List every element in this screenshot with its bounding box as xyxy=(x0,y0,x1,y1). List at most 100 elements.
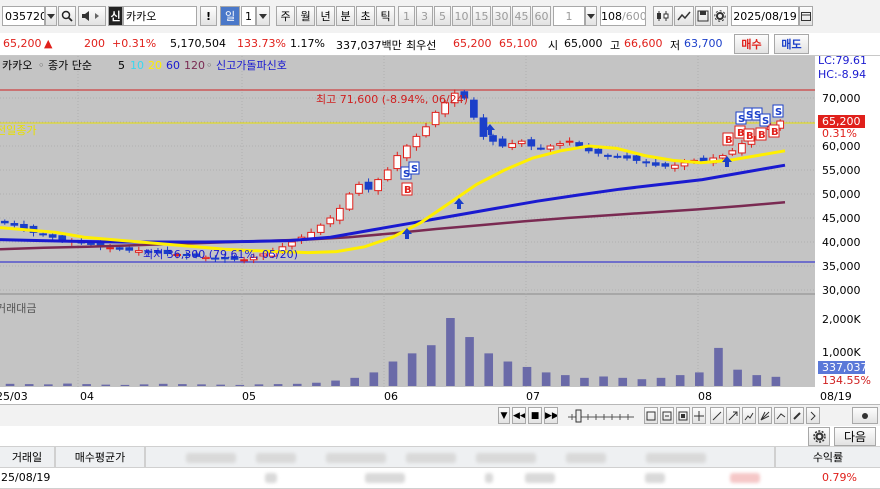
stop-button[interactable]: ■ xyxy=(528,407,542,424)
blurred-header xyxy=(326,453,386,463)
legend-ma60: 60 xyxy=(166,59,180,72)
interval-count-input[interactable]: 1 xyxy=(553,6,585,26)
interval-5[interactable]: 5 xyxy=(434,6,451,26)
blurred-header xyxy=(256,453,296,463)
interval-count-dropdown[interactable] xyxy=(585,6,597,26)
legend-signal-label: 신고가돌파신호 xyxy=(216,59,287,72)
interval-45[interactable]: 45 xyxy=(512,6,531,26)
interval-3[interactable]: 3 xyxy=(416,6,433,26)
candle-body xyxy=(383,169,392,181)
magnify-minus-icon xyxy=(662,411,672,421)
scroll-right-button[interactable]: ▶▶ xyxy=(544,407,558,424)
fit-button[interactable] xyxy=(676,407,690,424)
candle-body xyxy=(10,223,19,226)
candle-body xyxy=(39,233,47,236)
tab-period-minute[interactable]: 분 xyxy=(336,6,355,26)
candle-body xyxy=(565,140,574,143)
candle-body xyxy=(517,140,526,145)
chevron-down-icon xyxy=(587,14,595,19)
settings-button[interactable] xyxy=(712,6,728,26)
interval-10[interactable]: 10 xyxy=(452,6,471,26)
scroll-start-button[interactable]: ▼ xyxy=(498,407,510,424)
interval-60[interactable]: 60 xyxy=(532,6,551,26)
date-input[interactable]: 2025/08/19 xyxy=(731,6,799,26)
zoom-in-button[interactable] xyxy=(644,407,658,424)
buy-button[interactable]: 매수 xyxy=(734,34,769,54)
volume-bar xyxy=(503,361,513,386)
candle-body xyxy=(58,235,67,241)
volume-bar xyxy=(331,380,340,386)
header-avg-buy-price: 매수평균가 xyxy=(55,446,145,468)
header-return-rate: 수익률 xyxy=(775,446,880,468)
indicator-button[interactable] xyxy=(674,6,694,26)
table-settings-button[interactable] xyxy=(808,427,830,446)
save-button[interactable] xyxy=(695,6,711,26)
stock-code-dropdown[interactable] xyxy=(45,6,57,26)
best-quote-label: 최우선 xyxy=(406,39,437,52)
erase-tool-button[interactable] xyxy=(774,407,788,424)
data-count-field[interactable]: 108/600 xyxy=(600,6,646,26)
blurred-cell xyxy=(485,473,493,483)
fibonacci-tool-button[interactable] xyxy=(758,407,772,424)
arrow-tool-button[interactable] xyxy=(726,407,740,424)
tab-period-second[interactable]: 초 xyxy=(356,6,375,26)
scroll-end-button[interactable] xyxy=(806,407,820,424)
chart-type-button[interactable] xyxy=(653,6,673,26)
candle-body xyxy=(422,126,430,137)
candle-body xyxy=(345,193,354,210)
zoom-slider[interactable] xyxy=(566,409,636,423)
candle-body xyxy=(48,234,57,238)
zoom-out-button[interactable] xyxy=(660,407,674,424)
chart-canvas[interactable]: S SBS S SSSBB B B B 카카오 ◦ 종가 단순 5 10 20 60 120… xyxy=(0,56,880,404)
candle-body xyxy=(546,145,555,150)
text-tool-button[interactable] xyxy=(742,407,756,424)
candle-body xyxy=(0,220,9,224)
candle-body xyxy=(537,147,545,150)
blurred-cell xyxy=(645,473,665,483)
candle-body xyxy=(106,247,114,250)
tab-period-tick[interactable]: 틱 xyxy=(376,6,395,26)
trendline-icon xyxy=(712,411,722,421)
period-day-count[interactable]: 1 xyxy=(241,6,256,26)
rewind-icon: ▼ xyxy=(500,411,508,421)
period-day-dropdown[interactable] xyxy=(256,6,270,26)
toolbar: 035720 신 카카오 ! 일 1 주 월 년 분 초 틱 1 3 5 10 … xyxy=(0,0,880,34)
volume-bar xyxy=(771,376,781,386)
volume-bar xyxy=(522,366,532,386)
search-button[interactable] xyxy=(58,6,76,26)
tab-period-week[interactable]: 주 xyxy=(276,6,295,26)
interval-1[interactable]: 1 xyxy=(398,6,415,26)
fan-icon xyxy=(760,411,770,421)
candle-body xyxy=(470,99,478,118)
open-price: 65,000 xyxy=(564,37,603,50)
stock-name-field[interactable]: 카카오 xyxy=(123,6,197,26)
stock-code-input[interactable]: 035720 xyxy=(2,6,45,26)
tab-period-day[interactable]: 일 xyxy=(220,6,240,26)
scroll-icon xyxy=(862,413,868,419)
row-trade-date: 25/08/19 xyxy=(1,471,51,484)
scroll-left-button[interactable]: ◀◀ xyxy=(512,407,526,424)
calendar-button[interactable] xyxy=(799,6,813,26)
tab-period-month[interactable]: 월 xyxy=(296,6,315,26)
volume-bar xyxy=(312,382,321,386)
drawing-tool-button[interactable] xyxy=(710,407,724,424)
crosshair-button[interactable] xyxy=(692,407,706,424)
date-tick-jul: 07 xyxy=(526,390,540,403)
volume-bar xyxy=(158,383,168,386)
scroll-button[interactable] xyxy=(852,407,878,424)
interval-30[interactable]: 30 xyxy=(492,6,511,26)
sound-button[interactable] xyxy=(78,6,106,26)
volume-pct-tag-text: 134.55% xyxy=(822,374,871,387)
sell-button[interactable]: 매도 xyxy=(774,34,809,54)
next-button[interactable]: 다음 xyxy=(834,427,876,446)
volume-axis-1000k: 1,000K xyxy=(822,346,861,359)
tab-period-year[interactable]: 년 xyxy=(316,6,335,26)
buy-signal-label: B xyxy=(746,131,754,142)
chevron-down-icon xyxy=(259,14,267,19)
blurred-cell xyxy=(365,473,405,483)
interval-15[interactable]: 15 xyxy=(472,6,491,26)
stock-chart[interactable]: SSBSSSSSBBBBB 카카오 ◦ 종가 단순 5 10 20 60 120… xyxy=(0,56,880,404)
price-change-pct: +0.31% xyxy=(112,37,157,50)
alert-button[interactable]: ! xyxy=(200,6,217,26)
pencil-tool-button[interactable] xyxy=(790,407,804,424)
